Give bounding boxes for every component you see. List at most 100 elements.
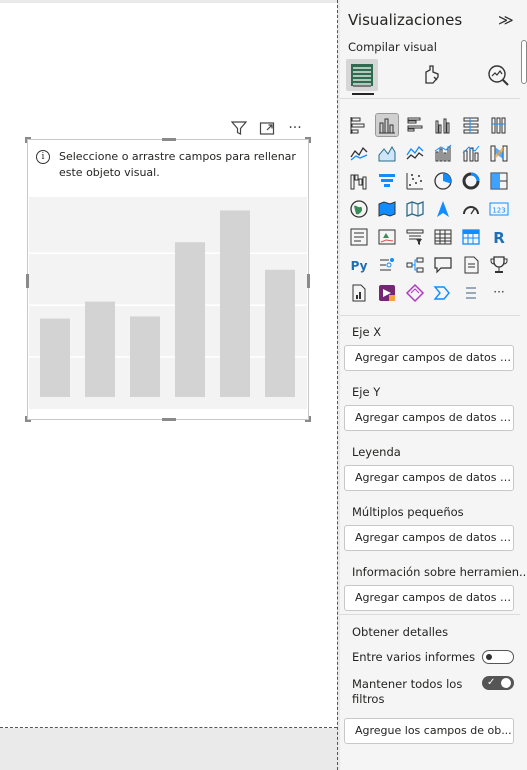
- pane-separator: [340, 614, 520, 615]
- drillthrough-field-well[interactable]: Agregue los campos de ob...: [344, 718, 514, 744]
- canvas-top-strip: [0, 0, 337, 3]
- donut-chart-icon[interactable]: [460, 170, 482, 192]
- visualizations-pane: Visualizaciones ≫ Compilar visual 123 R Py…: [340, 0, 527, 770]
- resize-handle-top-left[interactable]: [25, 137, 31, 143]
- filter-icon[interactable]: [230, 119, 248, 137]
- kpi-icon[interactable]: [376, 226, 398, 248]
- canvas-pane-divider: [337, 0, 338, 770]
- field-well-label: Información sobre herramien...: [352, 565, 527, 579]
- field-well-input[interactable]: Agregar campos de datos a...: [344, 525, 514, 551]
- resize-handle-right[interactable]: [307, 274, 310, 288]
- placeholder-bar: [265, 269, 295, 397]
- map-icon[interactable]: [348, 198, 370, 220]
- resize-handle-bottom[interactable]: [162, 418, 176, 421]
- report-canvas[interactable]: ··· i Seleccione o arrastre campos para …: [0, 0, 337, 770]
- slicer-icon[interactable]: [404, 226, 426, 248]
- visual-header: ···: [230, 119, 304, 137]
- field-well-input[interactable]: Agregar campos de datos a...: [344, 465, 514, 491]
- pane-scrollbar[interactable]: [521, 40, 527, 84]
- pane-title: Visualizaciones: [348, 11, 463, 29]
- area-chart-icon[interactable]: [376, 142, 398, 164]
- resize-handle-bottom-right[interactable]: [305, 416, 311, 422]
- more-visuals-icon[interactable]: ···: [488, 282, 510, 304]
- multi-row-card-icon[interactable]: [348, 226, 370, 248]
- placeholder-bar: [85, 301, 115, 397]
- resize-handle-top-right[interactable]: [305, 137, 311, 143]
- funnel-icon[interactable]: [376, 170, 398, 192]
- goals-icon[interactable]: [488, 254, 510, 276]
- svg-text:R: R: [493, 229, 505, 247]
- r-visual-icon[interactable]: R: [488, 226, 510, 248]
- pane-separator: [340, 98, 520, 99]
- table-icon[interactable]: [432, 226, 454, 248]
- info-icon: i: [36, 150, 50, 164]
- resize-handle-top[interactable]: [162, 138, 176, 141]
- more-options-icon[interactable]: ···: [286, 119, 304, 137]
- drillthrough-title: Obtener detalles: [352, 625, 449, 639]
- pane-separator: [340, 315, 520, 316]
- resize-handle-bottom-left[interactable]: [25, 416, 31, 422]
- line-stacked-column-icon[interactable]: [460, 142, 482, 164]
- shape-map-icon[interactable]: [404, 198, 426, 220]
- smart-narrative-icon[interactable]: [460, 254, 482, 276]
- filled-map-icon[interactable]: [376, 198, 398, 220]
- line-chart-icon[interactable]: [348, 142, 370, 164]
- stacked-bar-chart-icon[interactable]: [348, 114, 370, 136]
- power-automate-icon[interactable]: [404, 282, 426, 304]
- qa-icon[interactable]: [432, 254, 454, 276]
- key-influencers-icon[interactable]: [376, 254, 398, 276]
- matrix-icon[interactable]: [460, 226, 482, 248]
- placeholder-chart: [29, 197, 307, 409]
- pane-subtitle: Compilar visual: [348, 40, 437, 54]
- pie-chart-icon[interactable]: [432, 170, 454, 192]
- placeholder-bar: [175, 242, 205, 397]
- visual-type-gallery: 123 R Py ···: [348, 113, 518, 304]
- empty-visual-placeholder[interactable]: i Seleccione o arrastre campos para rell…: [25, 137, 311, 422]
- power-apps-icon[interactable]: [376, 282, 398, 304]
- 100-stacked-bar-chart-icon[interactable]: [460, 114, 482, 136]
- field-well-input[interactable]: Agregar campos de datos a...: [344, 585, 514, 611]
- field-well-label: Leyenda: [352, 445, 401, 459]
- placeholder-bar: [130, 316, 160, 397]
- keep-filters-toggle[interactable]: ✓: [482, 676, 514, 690]
- collapse-pane-icon[interactable]: ≫: [498, 11, 514, 29]
- stacked-column-chart-icon[interactable]: [375, 113, 399, 137]
- svg-text:···: ···: [493, 285, 504, 299]
- python-visual-icon[interactable]: Py: [348, 254, 370, 276]
- format-visual-icon[interactable]: [416, 59, 448, 91]
- clustered-bar-chart-icon[interactable]: [404, 114, 426, 136]
- keep-filters-label: Mantener todos los filtros: [352, 677, 463, 706]
- focus-mode-icon[interactable]: [258, 119, 276, 137]
- cross-report-label: Entre varios informes: [352, 650, 476, 664]
- field-well-label: Eje Y: [352, 385, 381, 399]
- scatter-chart-icon[interactable]: [404, 170, 426, 192]
- decomposition-tree-icon[interactable]: [404, 254, 426, 276]
- active-tab-indicator: [352, 93, 374, 95]
- placeholder-bar: [40, 318, 70, 397]
- visual-hint: i Seleccione o arrastre campos para rell…: [36, 149, 298, 181]
- svg-text:Py: Py: [351, 259, 368, 273]
- field-well-label: Eje X: [352, 325, 382, 339]
- waterfall-chart-icon[interactable]: [348, 170, 370, 192]
- gauge-icon[interactable]: [460, 198, 482, 220]
- svg-text:123: 123: [492, 207, 505, 215]
- stacked-area-chart-icon[interactable]: [404, 142, 426, 164]
- field-well-input[interactable]: Agregar campos de datos a...: [344, 345, 514, 371]
- build-visual-icon[interactable]: [346, 59, 378, 91]
- field-well-input[interactable]: Agregar campos de datos a...: [344, 405, 514, 431]
- clustered-column-chart-icon[interactable]: [432, 114, 454, 136]
- paginated-report-icon[interactable]: [348, 282, 370, 304]
- field-well-label: Múltiplos pequeños: [352, 505, 464, 519]
- line-clustered-column-icon[interactable]: [432, 142, 454, 164]
- analytics-icon[interactable]: [482, 59, 514, 91]
- treemap-icon[interactable]: [488, 170, 510, 192]
- sparkle-icon[interactable]: [460, 282, 482, 304]
- visual-hint-text: Seleccione o arrastre campos para rellen…: [59, 150, 296, 179]
- 100-stacked-column-chart-icon[interactable]: [488, 114, 510, 136]
- placeholder-bar: [220, 210, 250, 397]
- cross-report-toggle[interactable]: [482, 650, 514, 664]
- ribbon-chart-icon[interactable]: [488, 142, 510, 164]
- get-more-visuals-icon[interactable]: [432, 282, 454, 304]
- azure-map-icon[interactable]: [432, 198, 454, 220]
- card-icon[interactable]: 123: [488, 198, 510, 220]
